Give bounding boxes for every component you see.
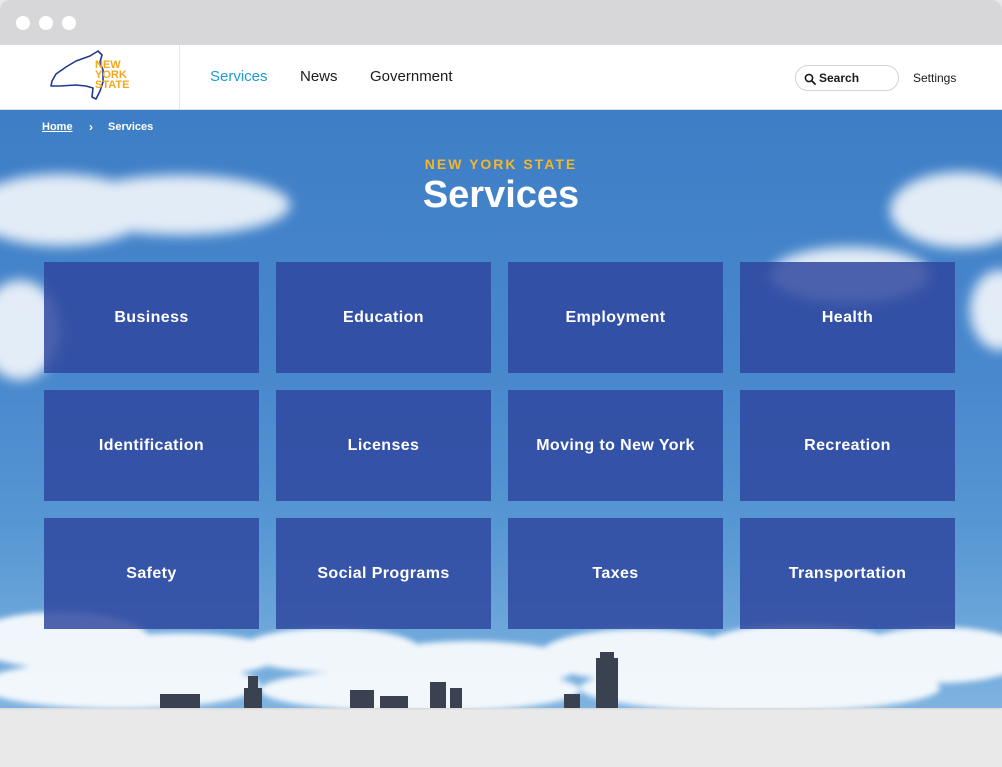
service-tile-taxes[interactable]: Taxes xyxy=(508,518,723,629)
search-icon xyxy=(804,73,816,85)
service-tile-licenses[interactable]: Licenses xyxy=(276,390,491,501)
nys-logo[interactable]: NEW YORK STATE xyxy=(46,48,136,106)
search-label: Search xyxy=(819,71,860,85)
service-tile-safety[interactable]: Safety xyxy=(44,518,259,629)
nav-services-link[interactable]: Services xyxy=(210,68,268,85)
service-tile-transportation[interactable]: Transportation xyxy=(740,518,955,629)
window-minimize-button[interactable] xyxy=(39,16,53,30)
page-eyebrow: NEW YORK STATE xyxy=(424,156,578,172)
search-button[interactable]: Search xyxy=(795,65,899,91)
page-title: Services xyxy=(422,174,580,216)
window-maximize-button[interactable] xyxy=(62,16,76,30)
services-hero: Home › Services NEW YORK STATE Services … xyxy=(0,110,1002,708)
service-tile-employment[interactable]: Employment xyxy=(508,262,723,373)
browser-window: NEW YORK STATE Services News Government … xyxy=(0,0,1002,708)
service-tile-health[interactable]: Health xyxy=(740,262,955,373)
header-divider xyxy=(179,45,180,109)
nav-government-link[interactable]: Government xyxy=(370,68,453,85)
service-tile-recreation[interactable]: Recreation xyxy=(740,390,955,501)
window-close-button[interactable] xyxy=(16,16,30,30)
site-header: NEW YORK STATE Services News Government … xyxy=(0,45,1002,110)
service-tile-moving-to-new-york[interactable]: Moving to New York xyxy=(508,390,723,501)
service-tile-business[interactable]: Business xyxy=(44,262,259,373)
service-tile-education[interactable]: Education xyxy=(276,262,491,373)
breadcrumb-current: Services xyxy=(108,121,154,133)
breadcrumb-chevron-icon: › xyxy=(89,120,93,134)
nav-news-link[interactable]: News xyxy=(300,68,338,85)
settings-link[interactable]: Settings xyxy=(913,71,956,85)
breadcrumb-home-link[interactable]: Home xyxy=(42,121,73,133)
service-tile-identification[interactable]: Identification xyxy=(44,390,259,501)
window-titlebar xyxy=(0,0,1002,45)
logo-line-3: STATE xyxy=(95,79,129,91)
service-tile-social-programs[interactable]: Social Programs xyxy=(276,518,491,629)
